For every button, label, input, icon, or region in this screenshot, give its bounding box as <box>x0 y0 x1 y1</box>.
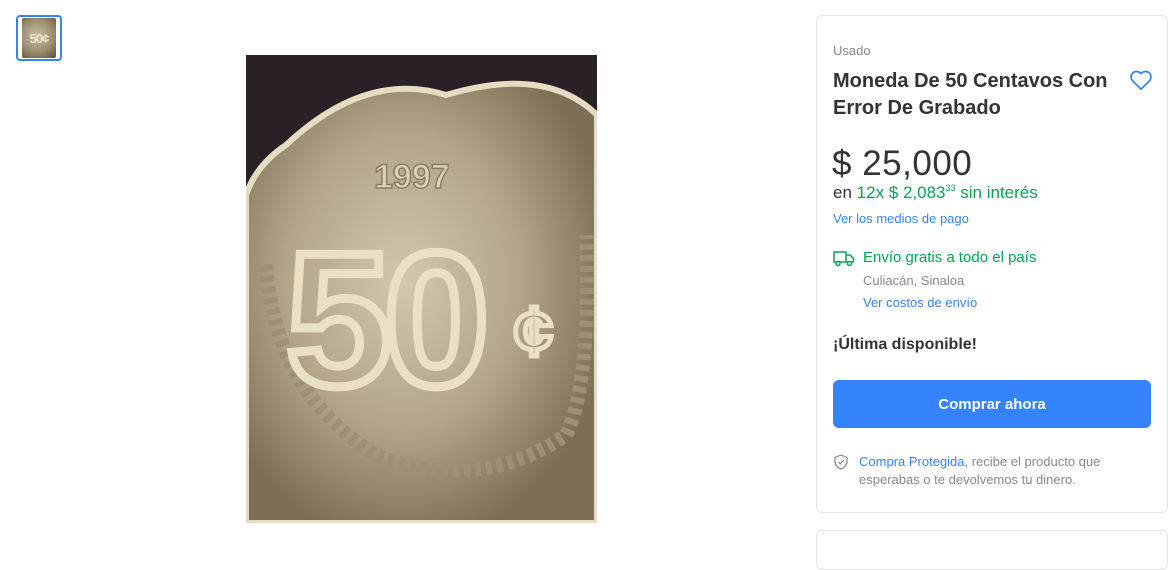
product-title: Moneda De 50 Centavos Con Error De Graba… <box>833 70 1108 119</box>
payment-methods-link[interactable]: Ver los medios de pago <box>833 211 969 226</box>
installments: en 12x $ 2,08333 sin interés <box>833 183 1038 203</box>
coin-photo: 1997 50 ¢ <box>246 55 597 523</box>
coin-year: 1997 <box>374 158 450 196</box>
price: $ 25,000 <box>832 144 972 184</box>
thumbnail-label: 50¢ <box>29 30 50 46</box>
coin-cent-sign: ¢ <box>514 292 553 370</box>
stock-status: ¡Última disponible! <box>833 336 977 353</box>
installments-amount: 12x $ 2,08333 sin interés <box>857 183 1038 202</box>
condition-label: Usado <box>833 43 871 58</box>
protected-purchase: Compra Protegida, recibe el producto que… <box>859 453 1139 489</box>
coin-denomination: 50 <box>286 214 482 426</box>
shipping-costs-link[interactable]: Ver costos de envío <box>863 295 977 310</box>
installments-prefix: en <box>833 183 852 202</box>
buy-now-button[interactable]: Comprar ahora <box>833 380 1151 428</box>
main-product-photo[interactable]: 1997 50 ¢ <box>246 55 597 523</box>
favorite-button[interactable] <box>1128 67 1154 93</box>
purchase-panel: Usado Moneda De 50 Centavos Con Error De… <box>816 15 1168 513</box>
price-currency: $ <box>832 144 852 183</box>
gallery-thumbnail[interactable]: 50¢ <box>16 15 62 61</box>
shield-check-icon <box>834 454 848 470</box>
heart-outline-icon <box>1130 70 1152 91</box>
installments-count: 12x $ 2,083 <box>856 183 946 202</box>
truck-icon <box>833 251 855 267</box>
seller-location: Culiacán, Sinaloa <box>863 273 965 288</box>
price-amount: 25,000 <box>862 144 973 183</box>
installments-suffix: sin interés <box>960 183 1038 202</box>
protected-purchase-link[interactable]: Compra Protegida <box>859 454 965 469</box>
installments-cents: 33 <box>945 183 956 193</box>
coin-thumbnail-image: 50¢ <box>22 18 56 58</box>
free-shipping-text: Envío gratis a todo el país <box>863 249 1037 266</box>
secondary-panel <box>816 530 1168 570</box>
